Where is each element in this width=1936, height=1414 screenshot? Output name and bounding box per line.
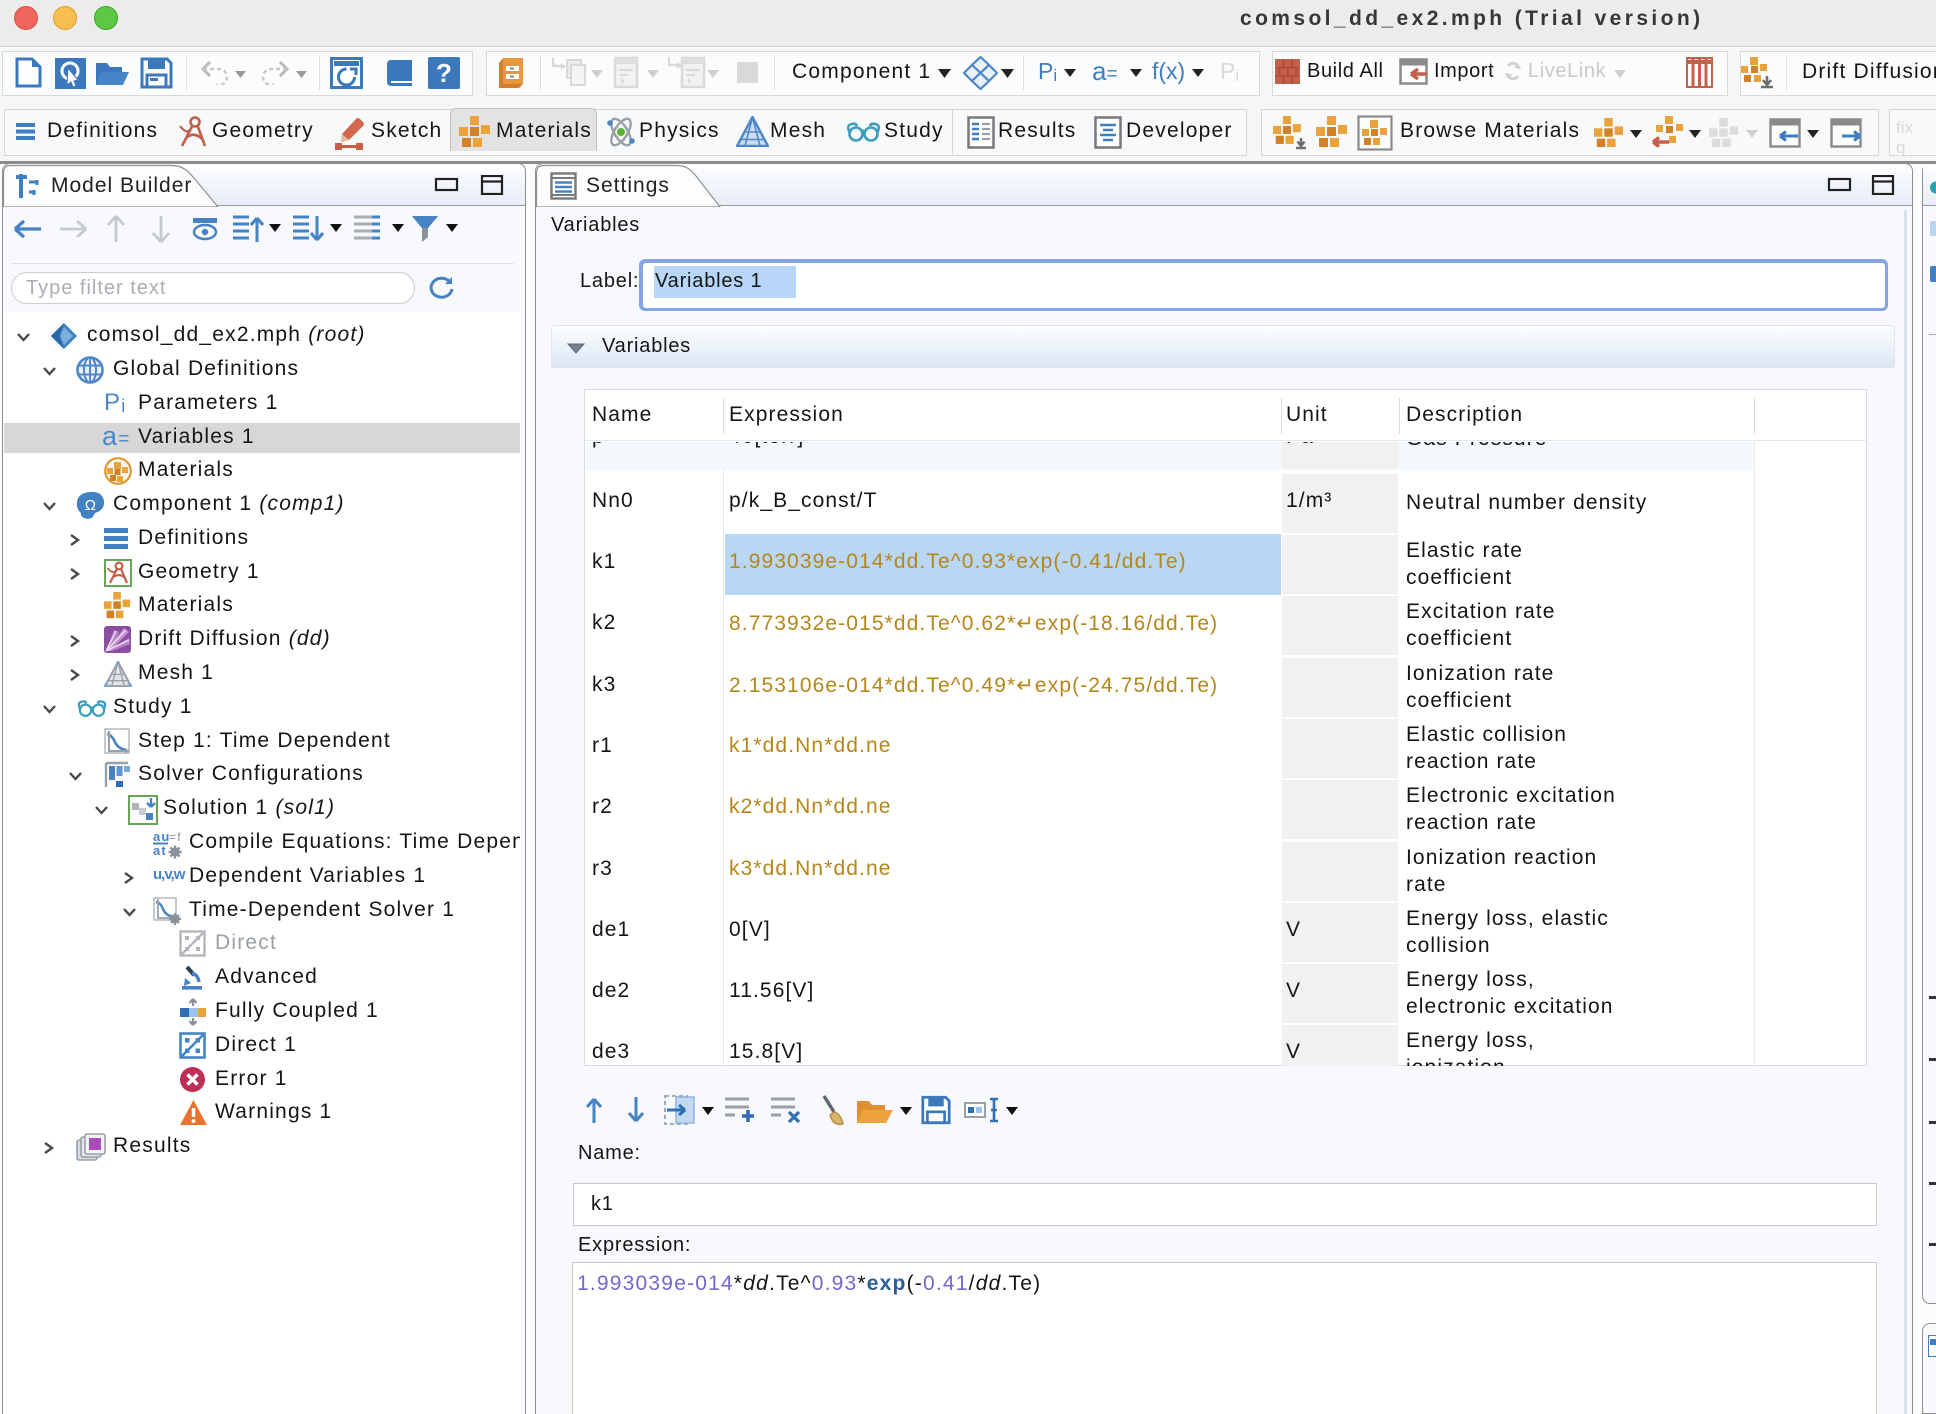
svg-text:Ω: Ω [85, 497, 97, 514]
svg-text:?: ? [436, 58, 452, 88]
svg-text:=f: =f [169, 830, 182, 844]
svg-text:at: at [153, 843, 167, 858]
svg-text:au: au [153, 829, 171, 844]
